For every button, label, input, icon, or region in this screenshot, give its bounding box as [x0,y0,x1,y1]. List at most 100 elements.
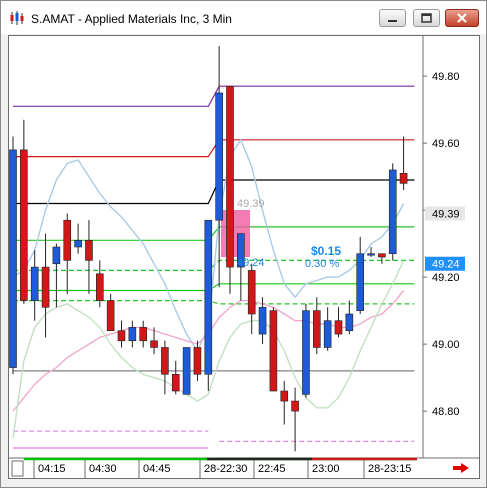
candle-body [106,300,115,332]
candle[interactable] [63,213,72,294]
chart-area[interactable]: 49.39 49.24 $0.15 0.30 % 49.8049.6049.40… [8,35,480,479]
time-tick-label: 28-23:15 [368,463,411,475]
candle-body [63,219,72,261]
price-axis-markers: 49.39 49.24 [425,206,465,271]
level-line-3 [13,226,415,241]
maximize-icon [421,13,432,23]
candle-body [52,246,61,265]
candle-body [182,347,191,395]
candle-body [30,266,39,301]
candle-body [323,320,332,348]
scroll-right-arrow-icon[interactable] [453,463,469,473]
candle-body [85,240,93,261]
candle-body [269,310,278,392]
level-line-0 [13,85,415,107]
candle-body [117,330,126,342]
candle-body [139,327,147,342]
minimize-button[interactable] [379,9,406,27]
candle-body [356,253,365,311]
candle[interactable] [52,243,61,308]
candle-body [171,373,180,392]
candle[interactable] [139,320,147,348]
candle-body [312,310,321,348]
price-marker-label: 49.39 [432,209,460,221]
candle[interactable] [356,236,365,314]
candle[interactable] [74,223,82,254]
price-axis: 49.8049.6049.4049.2049.0048.80 [423,71,460,418]
candle[interactable] [161,340,169,395]
candle[interactable] [323,307,332,351]
candle[interactable] [106,293,115,332]
candle-body [128,327,137,342]
candle-body [399,173,408,184]
candle-body [215,92,223,221]
minimize-icon [388,20,397,22]
price-tick-label: 49.60 [432,138,460,150]
candle-body [258,306,267,335]
candle-body [20,149,28,301]
candle[interactable] [30,250,39,321]
candle[interactable] [302,303,310,398]
candle[interactable] [117,320,126,348]
candle[interactable] [96,260,104,308]
chart-overlay-labels: 49.39 49.24 $0.15 0.30 % [237,198,341,270]
candle[interactable] [388,163,397,261]
candle[interactable] [128,320,137,348]
candle-body [367,253,375,256]
chart-window: S.AMAT - Applied Materials Inc, 3 Min 49… [0,0,487,488]
maximize-button[interactable] [413,9,440,27]
candle-body [204,219,213,375]
price-tick-label: 48.80 [432,406,460,418]
candle-body [345,313,354,332]
time-tick-label: 04:15 [38,463,66,475]
candle[interactable] [204,219,213,392]
candle-body [291,400,299,412]
candle-body [247,270,256,315]
candle[interactable] [85,220,93,294]
time-axis-corner[interactable] [11,460,24,477]
candle[interactable] [226,85,234,294]
candle[interactable] [378,253,386,264]
candle-body [378,253,386,258]
candle[interactable] [269,307,278,392]
candle[interactable] [182,347,191,395]
candle-body [302,310,310,395]
candle[interactable] [345,300,354,335]
candle[interactable] [312,297,321,355]
change-percent-label: 0.30 % [305,258,339,270]
level-line-5 [13,283,415,292]
price-chart[interactable]: 49.39 49.24 $0.15 0.30 % 49.8049.6049.40… [9,36,479,478]
price-marker-label: 49.24 [432,259,460,271]
candle[interactable] [9,136,17,375]
candle[interactable] [247,263,256,335]
candle[interactable] [171,360,180,395]
candle[interactable] [20,119,28,304]
level-line-1 [13,139,415,158]
candle[interactable] [334,307,343,338]
candle-body [41,266,50,308]
candle-body [280,390,289,402]
price-tick-label: 49.20 [432,272,460,284]
window-title: S.AMAT - Applied Materials Inc, 3 Min [31,12,232,26]
candle-body [161,347,169,375]
title-bar[interactable]: S.AMAT - Applied Materials Inc, 3 Min [1,1,486,34]
time-tick-label: 22:45 [258,463,286,475]
candle-body [96,273,104,301]
candle-body [226,85,234,268]
close-button[interactable] [445,9,479,27]
change-label: $0.15 [311,244,341,258]
candle-body [334,320,343,335]
time-tick-label: 23:00 [312,463,340,475]
selection-highlight [221,210,250,257]
time-axis: 04:15 04:30 04:45 28-22:30 22:45 23:00 28-23:1… [11,457,417,478]
candle[interactable] [280,380,289,425]
candle[interactable] [399,136,408,191]
candle[interactable] [41,233,50,338]
candle-body [9,149,17,368]
price-tick-label: 49.00 [432,339,460,351]
candle-body [388,169,397,254]
candle-body [150,340,158,348]
time-tick-label: 04:45 [143,463,171,475]
level-line-6 [13,300,415,305]
chart-app-icon [10,11,24,25]
